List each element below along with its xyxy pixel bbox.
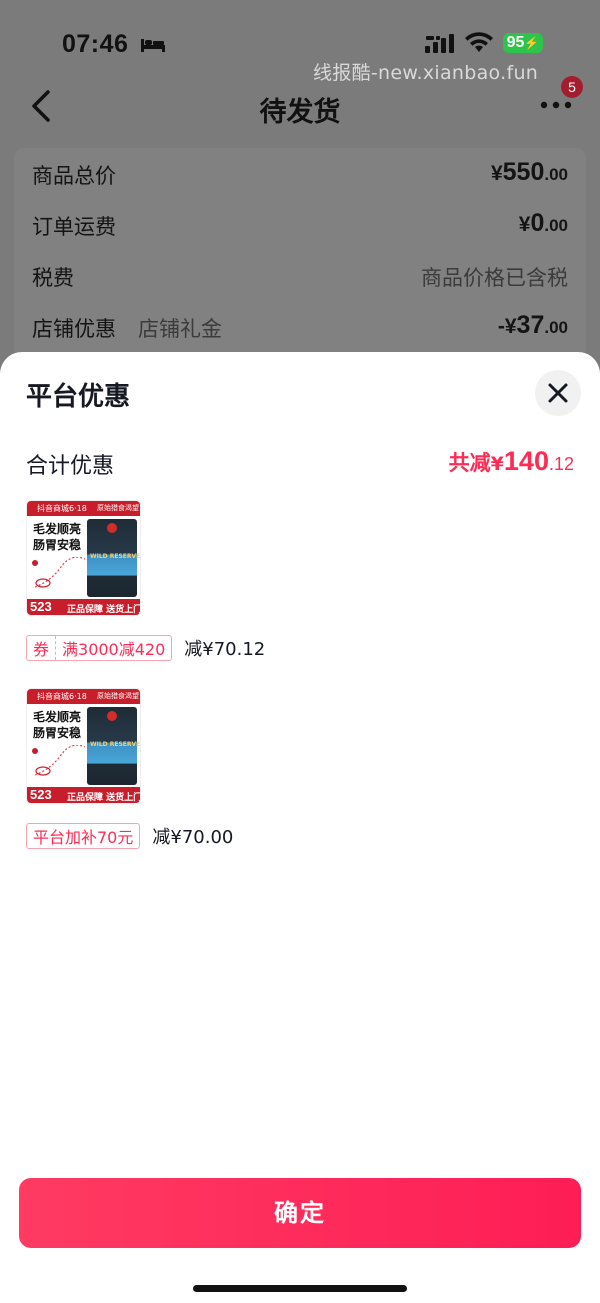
price-row-value: ¥0.00 bbox=[519, 209, 568, 238]
status-time: 07:46 bbox=[62, 30, 129, 58]
thumbnail-banner-bottom: 523 正品保障 送货上门 bbox=[27, 787, 141, 803]
close-icon bbox=[548, 383, 568, 403]
thumbnail-headline: 毛发顺亮肠胃安稳 bbox=[33, 522, 82, 552]
notification-badge: 5 bbox=[561, 76, 583, 98]
product-graphic-icon bbox=[32, 557, 86, 588]
currency-symbol: -¥ bbox=[497, 315, 517, 338]
bag-label: WILD RESERVE bbox=[90, 741, 141, 748]
discount-amount: 减¥70.00 bbox=[152, 827, 234, 848]
pet-food-bag-image: WILD RESERVE bbox=[87, 707, 141, 785]
page-title: 待发货 bbox=[259, 97, 341, 128]
more-options-icon[interactable] bbox=[540, 100, 572, 110]
price-row-value: ¥550.00 bbox=[491, 158, 568, 187]
nav-bar: 待发货 5 bbox=[0, 76, 600, 140]
currency-symbol: ¥ bbox=[490, 453, 504, 475]
price-integer: 37 bbox=[516, 311, 545, 339]
total-discount-label: 合计优惠 bbox=[26, 454, 115, 479]
platform-discount-sheet: 平台优惠 合计优惠 共减¥140.12 抖音商城6·18 原始猎食渴望 毛发顺亮… bbox=[0, 352, 600, 1303]
discount-line: 平台加补70元 减¥70.00 bbox=[26, 822, 233, 850]
price-row-goods-total: 商品总价 ¥550.00 bbox=[32, 154, 568, 194]
price-row-sublabel: 店铺礼金 bbox=[138, 317, 222, 341]
thumbnail-brand-text: 原始猎食渴望 bbox=[97, 504, 139, 512]
price-summary-card: 商品总价 ¥550.00 订单运费 ¥0.00 税费 商品价格已含税 店铺优惠 … bbox=[14, 148, 586, 378]
price-row-label: 税费 bbox=[32, 266, 74, 290]
confirm-button[interactable]: 确定 bbox=[19, 1178, 581, 1248]
price-decimal: .00 bbox=[544, 318, 568, 337]
brand-logo-icon bbox=[107, 711, 117, 721]
price-row-value: -¥37.00 bbox=[498, 311, 568, 340]
price-row-shipping: 订单运费 ¥0.00 bbox=[32, 205, 568, 245]
currency-symbol: ¥ bbox=[490, 162, 503, 185]
price-row-shop-discount: 店铺优惠 店铺礼金 -¥37.00 bbox=[32, 307, 568, 347]
brand-logo-icon bbox=[107, 523, 117, 533]
price-row-label: 订单运费 bbox=[32, 215, 116, 239]
total-discount-integer: 140 bbox=[503, 446, 549, 476]
total-discount-prefix: 共减 bbox=[448, 451, 491, 475]
sheet-title: 平台优惠 bbox=[26, 382, 131, 412]
coupon-tag: 券 满3000减420 bbox=[26, 635, 173, 661]
thumbnail-brand-text: 原始猎食渴望 bbox=[97, 692, 139, 700]
coupon-prefix: 券 bbox=[33, 636, 57, 660]
subsidy-text: 平台加补70元 bbox=[33, 828, 134, 847]
cellular-signal-icon bbox=[425, 34, 454, 53]
thumbnail-banner-text: 抖音商城6·18 bbox=[37, 692, 87, 701]
wifi-icon bbox=[465, 32, 493, 52]
price-integer: 550 bbox=[502, 158, 545, 186]
product-thumbnail[interactable]: 抖音商城6·18 原始猎食渴望 毛发顺亮肠胃安稳 WILD RESERVE 52… bbox=[26, 500, 141, 616]
total-discount-decimal: .12 bbox=[548, 454, 574, 474]
close-button[interactable] bbox=[535, 370, 581, 416]
charging-bolt-icon: ⚡ bbox=[524, 36, 540, 50]
thumbnail-banner-top: 抖音商城6·18 原始猎食渴望 bbox=[27, 501, 140, 516]
price-row-tax: 税费 商品价格已含税 bbox=[32, 256, 568, 296]
product-thumbnail[interactable]: 抖音商城6·18 原始猎食渴望 毛发顺亮肠胃安稳 WILD RESERVE 52… bbox=[26, 688, 141, 804]
price-row-note: 商品价格已含税 bbox=[421, 266, 568, 290]
sleep-bed-icon bbox=[141, 39, 165, 52]
thumbnail-headline: 毛发顺亮肠胃安稳 bbox=[33, 710, 82, 740]
thumbnail-banner-bottom: 523 正品保障 送货上门 bbox=[27, 599, 141, 615]
thumbnail-price: 523 bbox=[30, 599, 52, 614]
price-integer: 0 bbox=[530, 209, 545, 237]
price-decimal: .00 bbox=[544, 165, 568, 184]
thumbnail-price: 523 bbox=[30, 787, 52, 802]
pet-food-bag-image: WILD RESERVE bbox=[87, 519, 141, 597]
currency-symbol: ¥ bbox=[518, 213, 531, 236]
discount-item: 抖音商城6·18 原始猎食渴望 毛发顺亮肠胃安稳 WILD RESERVE 52… bbox=[26, 688, 574, 868]
thumbnail-guarantee-text: 正品保障 送货上门 bbox=[67, 793, 141, 803]
bag-label: WILD RESERVE bbox=[90, 553, 141, 560]
discount-line: 券 满3000减420 减¥70.12 bbox=[26, 634, 265, 662]
total-discount-value: 共减¥140.12 bbox=[449, 446, 574, 477]
thumbnail-guarantee-text: 正品保障 送货上门 bbox=[67, 605, 141, 615]
total-discount-row: 合计优惠 共减¥140.12 bbox=[26, 446, 574, 480]
thumbnail-banner-text: 抖音商城6·18 bbox=[37, 504, 87, 513]
price-row-label: 店铺优惠 bbox=[32, 317, 116, 341]
battery-indicator: 95⚡ bbox=[503, 33, 543, 53]
discount-amount: 减¥70.12 bbox=[184, 639, 266, 660]
product-graphic-icon bbox=[32, 745, 86, 776]
price-row-label: 商品总价 bbox=[32, 164, 116, 188]
price-decimal: .00 bbox=[544, 216, 568, 235]
coupon-text: 满3000减420 bbox=[62, 640, 166, 659]
battery-level: 95 bbox=[506, 34, 525, 51]
discount-item: 抖音商城6·18 原始猎食渴望 毛发顺亮肠胃安稳 WILD RESERVE 52… bbox=[26, 500, 574, 680]
thumbnail-banner-top: 抖音商城6·18 原始猎食渴望 bbox=[27, 689, 140, 704]
subsidy-tag: 平台加补70元 bbox=[26, 823, 141, 849]
home-indicator[interactable] bbox=[193, 1285, 407, 1292]
